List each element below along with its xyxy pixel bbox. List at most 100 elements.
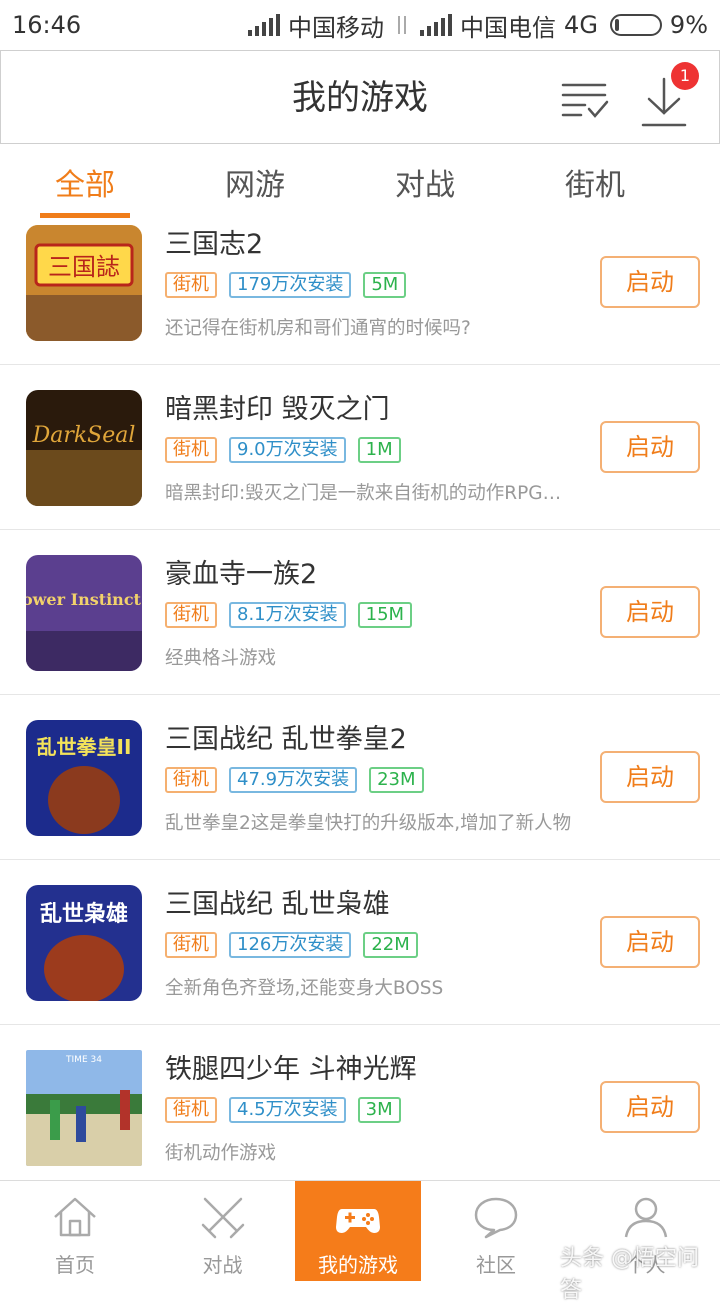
list-item[interactable]: 乱世拳皇II 三国战纪 乱世拳皇2 街机 47.9万次安装 23M 乱世拳皇2这… bbox=[0, 695, 720, 860]
game-tags: 街机 126万次安装 22M bbox=[165, 932, 418, 958]
game-title: 铁腿四少年 斗神光辉 bbox=[165, 1054, 417, 1085]
game-description: 暗黑封印:毁灭之门是一款来自街机的动作RPG游戏 bbox=[165, 483, 575, 504]
game-tags: 街机 8.1万次安装 15M bbox=[165, 602, 413, 628]
type-tag: 街机 bbox=[165, 932, 217, 958]
network-label: 4G bbox=[564, 11, 598, 39]
carrier1-label: 中国移动 bbox=[288, 13, 385, 42]
game-cover-image: Power Instinct 2 bbox=[26, 555, 142, 671]
list-item[interactable]: 乱世枭雄 三国战纪 乱世枭雄 街机 126万次安装 22M 全新角色齐登场,还能… bbox=[0, 860, 720, 1025]
game-thumbnail: 乱世拳皇II bbox=[26, 720, 142, 836]
game-cover-image: 乱世拳皇II bbox=[26, 720, 142, 836]
nav-my-games-label: 我的游戏 bbox=[318, 1253, 398, 1277]
person-icon bbox=[624, 1197, 667, 1238]
app-header: 我的游戏 1 bbox=[0, 50, 720, 144]
gamepad-icon bbox=[336, 1209, 380, 1233]
signal-icon bbox=[248, 14, 281, 36]
game-title: 暗黑封印 毁灭之门 bbox=[165, 394, 390, 425]
game-description: 经典格斗游戏 bbox=[165, 648, 277, 669]
install-count-tag: 4.5万次安装 bbox=[229, 1097, 346, 1123]
size-tag: 22M bbox=[363, 932, 418, 958]
download-count-badge: 1 bbox=[671, 62, 699, 90]
game-thumbnail: 三国誌 bbox=[26, 225, 142, 341]
tab-battle[interactable]: 对战 bbox=[340, 144, 510, 220]
nav-my-games[interactable]: 我的游戏 bbox=[295, 1181, 421, 1281]
battery-percent: 9% bbox=[669, 11, 708, 39]
type-tag: 街机 bbox=[165, 272, 217, 298]
status-time: 16:46 bbox=[12, 11, 82, 39]
home-icon bbox=[54, 1197, 96, 1237]
size-tag: 15M bbox=[357, 602, 413, 628]
type-tag: 街机 bbox=[165, 602, 217, 628]
status-bar: 16:46 中国移动 中国电信 4G 9% bbox=[0, 0, 720, 50]
svg-text:Power Instinct 2: Power Instinct 2 bbox=[26, 590, 142, 609]
page-title: 我的游戏 bbox=[292, 78, 428, 118]
battery-icon bbox=[609, 14, 662, 36]
tab-all[interactable]: 全部 bbox=[0, 144, 170, 220]
nav-community-label: 社区 bbox=[476, 1253, 516, 1277]
game-cover-image: DarkSeal bbox=[26, 390, 142, 506]
game-description: 街机动作游戏 bbox=[165, 1143, 277, 1164]
crossed-swords-icon bbox=[201, 1197, 244, 1239]
list-item[interactable]: 三国誌 三国志2 街机 179万次安装 5M 还记得在街机房和哥们通宵的时候吗?… bbox=[0, 220, 720, 365]
game-description: 乱世拳皇2这是拳皇快打的升级版本,增加了新人物 bbox=[165, 813, 572, 834]
battery-level bbox=[614, 19, 619, 31]
svg-text:三国誌: 三国誌 bbox=[48, 253, 120, 281]
watermark: 头条 @悟空问答 bbox=[560, 1246, 699, 1303]
svg-text:DarkSeal: DarkSeal bbox=[32, 423, 136, 448]
size-tag: 3M bbox=[357, 1097, 401, 1123]
game-description: 全新角色齐登场,还能变身大BOSS bbox=[165, 978, 444, 999]
install-count-tag: 8.1万次安装 bbox=[229, 602, 346, 628]
nav-battle-label: 对战 bbox=[202, 1253, 243, 1277]
game-thumbnail: DarkSeal bbox=[26, 390, 142, 506]
game-list[interactable]: 三国誌 三国志2 街机 179万次安装 5M 还记得在街机房和哥们通宵的时候吗?… bbox=[0, 220, 720, 1180]
game-tags: 街机 47.9万次安装 23M bbox=[165, 767, 424, 793]
game-title: 豪血寺一族2 bbox=[165, 559, 318, 590]
carrier2-label: 中国电信 bbox=[460, 13, 557, 42]
type-tag: 街机 bbox=[165, 437, 217, 463]
size-tag: 5M bbox=[363, 272, 407, 298]
game-description: 还记得在街机房和哥们通宵的时候吗? bbox=[165, 318, 471, 339]
list-check-icon[interactable] bbox=[561, 81, 609, 121]
install-count-tag: 9.0万次安装 bbox=[229, 437, 346, 463]
nav-home[interactable]: 首页 bbox=[0, 1181, 150, 1281]
category-tabs: 全部 网游 对战 街机 bbox=[0, 144, 720, 220]
game-tags: 街机 4.5万次安装 3M bbox=[165, 1097, 401, 1123]
game-cover-image: 乱世枭雄 bbox=[26, 885, 142, 1001]
install-count-tag: 47.9万次安装 bbox=[229, 767, 358, 793]
game-title: 三国志2 bbox=[165, 229, 264, 260]
install-count-tag: 179万次安装 bbox=[229, 272, 352, 298]
size-tag: 1M bbox=[357, 437, 401, 463]
launch-button[interactable]: 启动 bbox=[600, 586, 700, 638]
nav-community[interactable]: 社区 bbox=[421, 1181, 571, 1281]
game-title: 三国战纪 乱世枭雄 bbox=[165, 889, 390, 920]
signal-icon-2 bbox=[420, 14, 453, 36]
game-cover-image: TIME 34 bbox=[26, 1050, 142, 1166]
game-cover-image: 三国誌 bbox=[26, 225, 142, 341]
list-item[interactable]: Power Instinct 2 豪血寺一族2 街机 8.1万次安装 15M 经… bbox=[0, 530, 720, 695]
svg-text:TIME 34: TIME 34 bbox=[65, 1055, 102, 1065]
list-item[interactable]: DarkSeal 暗黑封印 毁灭之门 街机 9.0万次安装 1M 暗黑封印:毁灭… bbox=[0, 365, 720, 530]
chat-bubble-icon bbox=[474, 1197, 518, 1239]
type-tag: 街机 bbox=[165, 767, 217, 793]
game-thumbnail: TIME 34 bbox=[26, 1050, 142, 1166]
launch-button[interactable]: 启动 bbox=[600, 256, 700, 308]
launch-button[interactable]: 启动 bbox=[600, 751, 700, 803]
game-tags: 街机 9.0万次安装 1M bbox=[165, 437, 401, 463]
tab-online[interactable]: 网游 bbox=[170, 144, 340, 220]
launch-button[interactable]: 启动 bbox=[600, 916, 700, 968]
type-tag: 街机 bbox=[165, 1097, 217, 1123]
size-tag: 23M bbox=[369, 767, 424, 793]
tab-arcade[interactable]: 街机 bbox=[510, 144, 680, 220]
list-item[interactable]: TIME 34 铁腿四少年 斗神光辉 街机 4.5万次安装 3M 街机动作游戏 … bbox=[0, 1025, 720, 1180]
svg-text:乱世拳皇II: 乱世拳皇II bbox=[37, 735, 132, 759]
svg-text:乱世枭雄: 乱世枭雄 bbox=[40, 901, 128, 927]
nav-home-label: 首页 bbox=[55, 1253, 95, 1277]
data-transfer-icon bbox=[392, 14, 412, 36]
status-indicators: 中国移动 中国电信 4G 9% bbox=[248, 8, 708, 43]
game-title: 三国战纪 乱世拳皇2 bbox=[165, 724, 407, 755]
game-tags: 街机 179万次安装 5M bbox=[165, 272, 407, 298]
launch-button[interactable]: 启动 bbox=[600, 421, 700, 473]
nav-battle[interactable]: 对战 bbox=[150, 1181, 295, 1281]
launch-button[interactable]: 启动 bbox=[600, 1081, 700, 1133]
game-thumbnail: Power Instinct 2 bbox=[26, 555, 142, 671]
